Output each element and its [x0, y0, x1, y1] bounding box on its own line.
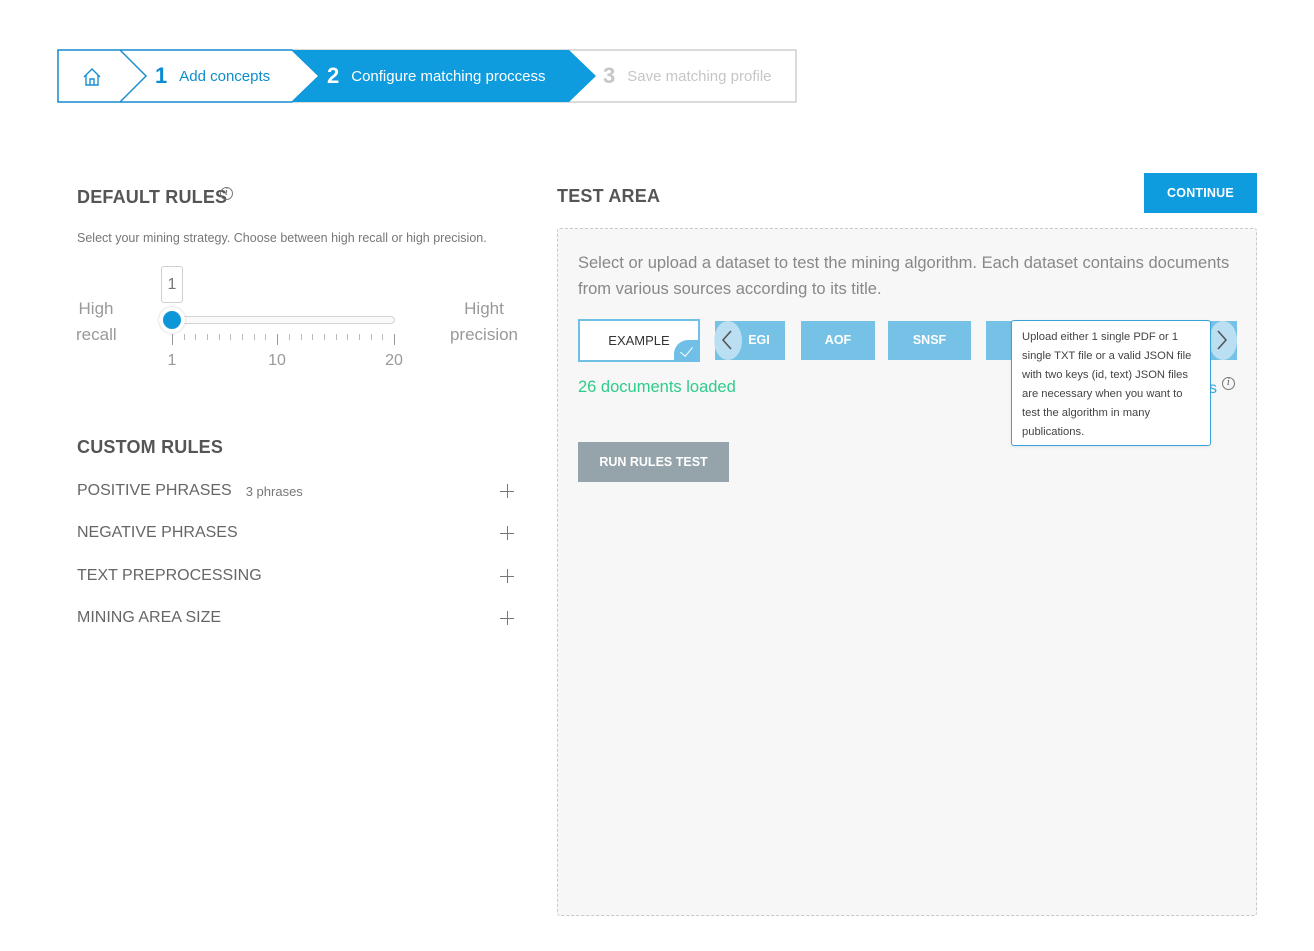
chevron-left-icon — [721, 330, 732, 350]
dataset-snsf[interactable]: SNSF — [888, 321, 971, 360]
slider-tick — [242, 334, 244, 340]
step-label: Add concepts — [179, 67, 271, 85]
slider-tick — [172, 334, 173, 345]
slider-tick — [265, 334, 267, 340]
info-icon[interactable]: i — [1222, 377, 1235, 390]
dataset-aof[interactable]: AOF — [801, 321, 875, 360]
step-number: 2 — [327, 63, 340, 88]
wizard-step-add-concepts[interactable]: 1 Add concepts — [155, 49, 270, 103]
slider-ticks — [172, 334, 396, 346]
slider-tick — [358, 334, 360, 340]
plus-icon[interactable] — [500, 484, 514, 498]
slider-track[interactable] — [172, 316, 395, 324]
default-rules-title: DEFAULT RULES — [77, 187, 228, 207]
plus-icon[interactable] — [500, 611, 514, 625]
rule-negative-phrases[interactable]: NEGATIVE PHRASES — [77, 522, 514, 544]
step-number: 1 — [155, 63, 168, 88]
rule-label: MINING AREA SIZE — [77, 609, 222, 626]
slider-left-label: High recall — [76, 296, 117, 348]
rule-text-preprocessing[interactable]: TEXT PREPROCESSING — [77, 565, 514, 587]
slider-right-label-line2: precision — [449, 325, 519, 344]
rule-label: POSITIVE PHRASES — [77, 482, 232, 499]
slider-handle[interactable] — [159, 307, 185, 333]
slider-tick — [218, 334, 220, 340]
slider-tick — [253, 334, 255, 340]
rule-mining-area-size[interactable]: MINING AREA SIZE — [77, 607, 514, 629]
chevron-right-icon — [1217, 330, 1228, 350]
slider-tick — [207, 334, 209, 340]
dataset-label: EGI — [748, 333, 770, 347]
home-icon[interactable] — [81, 66, 103, 88]
continue-button[interactable]: CONTINUE — [1144, 173, 1257, 213]
tick-label-max: 20 — [385, 352, 403, 369]
run-rules-test-button[interactable]: RUN RULES TEST — [578, 442, 729, 482]
test-area-description: Select or upload a dataset to test the m… — [578, 254, 1230, 298]
rule-positive-phrases[interactable]: POSITIVE PHRASES 3 phrases — [77, 480, 514, 502]
slider-tick — [370, 334, 372, 340]
wizard-step-save-profile: 3 Save matching profile — [603, 49, 772, 103]
slider-value-bubble: 1 — [161, 266, 183, 303]
slider-tick — [300, 334, 302, 340]
upload-tooltip: Upload either 1 single PDF or 1 single T… — [1011, 320, 1211, 446]
slider-left-label-line1: High — [78, 299, 114, 318]
slider-tick — [323, 334, 325, 340]
default-rules-description: Select your mining strategy. Choose betw… — [77, 231, 487, 245]
slider-tick — [394, 334, 395, 345]
slider-tick — [382, 334, 384, 340]
slider-tick — [347, 334, 349, 340]
dataset-label: AOF — [824, 333, 852, 347]
slider-right-label-line1: Hight — [464, 299, 504, 318]
documents-loaded-status: 26 documents loaded — [578, 378, 736, 396]
step-label: Save matching profile — [627, 67, 772, 85]
slider-tick — [335, 334, 337, 340]
test-area-title: TEST AREA — [557, 186, 661, 206]
plus-icon[interactable] — [500, 526, 514, 540]
carousel-next-arrow[interactable] — [1209, 321, 1237, 360]
wizard-steps: 1 Add concepts 2 Configure matching proc… — [57, 49, 797, 103]
info-icon[interactable]: i — [220, 187, 233, 200]
rule-count: 3 phrases — [245, 483, 303, 499]
slider-tick — [183, 334, 185, 340]
slider-tick — [312, 334, 314, 340]
step-label: Configure matching proccess — [351, 67, 546, 85]
slider-tick — [277, 334, 279, 345]
plus-icon[interactable] — [500, 569, 514, 583]
rule-label: NEGATIVE PHRASES — [77, 524, 238, 541]
tick-label-mid: 10 — [268, 352, 286, 369]
wizard-step-configure-matching[interactable]: 2 Configure matching proccess — [327, 49, 546, 103]
custom-rules-title: CUSTOM RULES — [77, 437, 224, 457]
tick-label-min: 1 — [167, 352, 177, 369]
dataset-label: SNSF — [912, 333, 947, 347]
check-icon — [674, 340, 700, 362]
dataset-example[interactable]: EXAMPLE — [578, 319, 700, 362]
slider-tick — [195, 334, 197, 340]
dataset-label: EXAMPLE — [608, 333, 670, 348]
carousel-prev-arrow[interactable] — [714, 321, 742, 360]
slider-left-label-line2: recall — [76, 325, 117, 344]
slider-right-label: Hight precision — [448, 296, 520, 348]
step-number: 3 — [603, 63, 616, 88]
rule-label: TEXT PREPROCESSING — [77, 567, 262, 584]
slider-tick — [230, 334, 232, 340]
slider-tick — [288, 334, 290, 340]
